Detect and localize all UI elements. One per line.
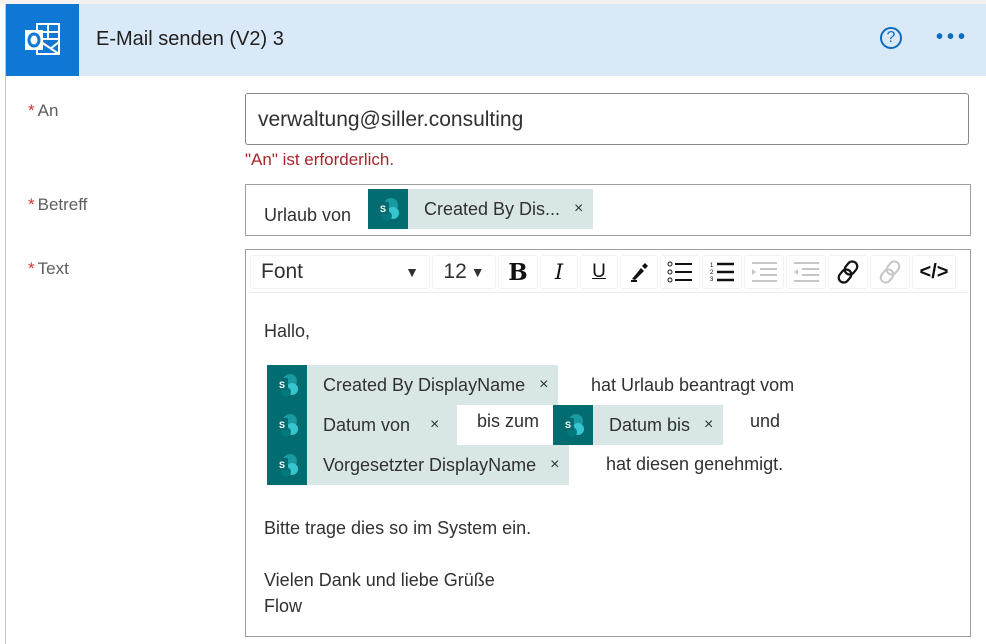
outdent-button[interactable]: [786, 255, 826, 289]
unlink-icon: [879, 260, 901, 284]
highlight-button[interactable]: [620, 255, 658, 289]
token-created-by[interactable]: S Created By DisplayName ×: [267, 365, 559, 405]
subject-token-created-by[interactable]: S Created By Dis... ×: [368, 189, 594, 229]
numbered-list-button[interactable]: 123: [702, 255, 742, 289]
svg-text:S: S: [279, 420, 285, 430]
underline-button[interactable]: U: [580, 255, 618, 289]
sharepoint-icon: S: [553, 405, 593, 445]
body-label-text: Text: [37, 259, 69, 278]
svg-text:S: S: [279, 460, 285, 470]
body-editor[interactable]: Font ▼ 12 ▼ B I U 123 </> Hallo, S Created…: [245, 249, 971, 637]
text-requested: hat Urlaub beantragt vom: [591, 375, 795, 395]
sharepoint-icon: S: [267, 445, 307, 485]
token-label: Datum von: [323, 414, 411, 435]
pen-icon: [631, 263, 648, 282]
required-marker: *: [28, 259, 35, 278]
to-label-text: An: [37, 101, 59, 120]
remove-token-icon[interactable]: ×: [539, 376, 548, 394]
svg-text:S: S: [279, 380, 285, 390]
more-options-icon[interactable]: •••: [936, 26, 969, 49]
help-icon[interactable]: ?: [880, 27, 902, 49]
token-date-from[interactable]: S Datum von ×: [267, 405, 458, 445]
outdent-icon: [794, 262, 819, 282]
numbered-list-icon: 123: [710, 262, 734, 283]
svg-text:3: 3: [710, 277, 714, 283]
required-marker: *: [28, 195, 35, 214]
font-value: Font: [261, 260, 304, 283]
subject-label-text: Betreff: [37, 195, 88, 214]
link-icon: [837, 260, 859, 284]
token-label: Created By Dis...: [424, 198, 561, 219]
bold-button[interactable]: B: [498, 255, 538, 289]
remove-token-icon[interactable]: ×: [704, 416, 713, 434]
action-title: E-Mail senden (V2) 3: [96, 28, 284, 50]
token-label: Created By DisplayName: [323, 374, 526, 395]
thanks-line: Vielen Dank und liebe Grüße: [264, 570, 495, 590]
token-label: Datum bis: [609, 414, 691, 435]
indent-icon: [752, 262, 777, 282]
remove-token-icon[interactable]: ×: [430, 416, 439, 434]
text-approved: hat diesen genehmigt.: [606, 454, 784, 474]
bullet-list-button[interactable]: [660, 255, 700, 289]
to-input[interactable]: verwaltung@siller.consulting: [245, 93, 969, 145]
text-and: und: [750, 411, 781, 431]
font-size-value: 12: [443, 260, 467, 283]
outlook-logo-icon: [6, 4, 79, 76]
action-card: E-Mail senden (V2) 3 ? ••• * An verwaltun…: [5, 4, 986, 644]
unlink-button[interactable]: [870, 255, 910, 289]
indent-button[interactable]: [744, 255, 784, 289]
system-line: Bitte trage dies so im System ein.: [264, 518, 532, 538]
sharepoint-icon: S: [368, 189, 408, 229]
token-date-to[interactable]: S Datum bis ×: [553, 405, 724, 445]
svg-text:2: 2: [710, 270, 714, 276]
italic-button[interactable]: I: [540, 255, 578, 289]
action-header[interactable]: E-Mail senden (V2) 3 ? •••: [6, 4, 986, 76]
dropdown-icon: ▼: [405, 264, 419, 280]
to-label: * An: [28, 101, 58, 121]
link-button[interactable]: [828, 255, 868, 289]
text-until: bis zum: [477, 411, 540, 431]
editor-toolbar: Font ▼ 12 ▼ B I U 123 </>: [248, 252, 968, 293]
signature-line: Flow: [264, 596, 303, 616]
body-label: * Text: [28, 259, 69, 279]
subject-label: * Betreff: [28, 195, 87, 215]
greeting-text: Hallo,: [264, 321, 311, 341]
bullet-list-icon: [667, 261, 692, 283]
font-select[interactable]: Font ▼: [250, 255, 430, 289]
font-size-select[interactable]: 12 ▼: [432, 255, 496, 289]
dropdown-icon: ▼: [470, 264, 485, 280]
required-marker: *: [28, 101, 35, 120]
to-error-message: "An" ist erforderlich.: [245, 150, 395, 169]
svg-text:S: S: [380, 204, 386, 214]
svg-text:S: S: [565, 420, 571, 430]
token-label: Vorgesetzter DisplayName: [323, 454, 537, 475]
token-manager[interactable]: S Vorgesetzter DisplayName ×: [267, 445, 570, 485]
remove-token-icon[interactable]: ×: [574, 200, 583, 218]
subject-prefix: Urlaub von: [264, 205, 352, 225]
sharepoint-icon: S: [267, 405, 307, 445]
remove-token-icon[interactable]: ×: [550, 456, 559, 474]
subject-input[interactable]: Urlaub von S Created By Dis... ×: [245, 184, 971, 236]
svg-text:1: 1: [710, 263, 714, 269]
sharepoint-icon: S: [267, 365, 307, 405]
code-view-button[interactable]: </>: [912, 255, 956, 289]
